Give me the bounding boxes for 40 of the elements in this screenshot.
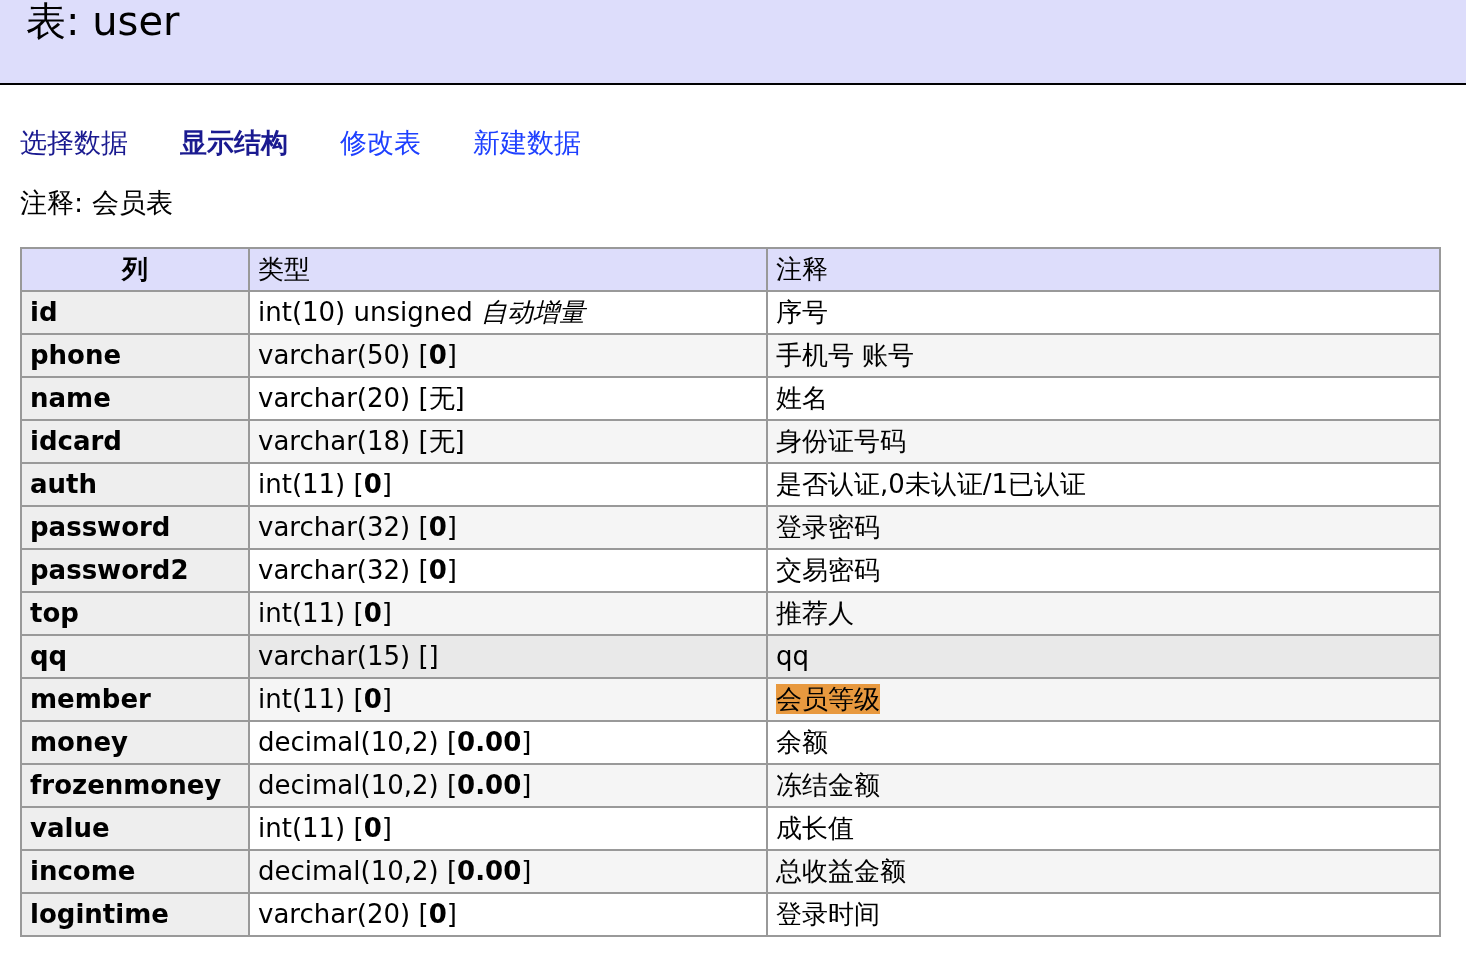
column-name-cell: money [21, 721, 249, 764]
comment-text: 推荐人 [776, 598, 854, 628]
column-name-cell: top [21, 592, 249, 635]
comment-text: qq [776, 641, 809, 671]
comment-text: 交易密码 [776, 555, 880, 585]
column-header: 列 [21, 248, 249, 291]
comment-text: 会员等级 [776, 684, 880, 714]
column-name-cell: password2 [21, 549, 249, 592]
comment-text: 是否认证,0未认证/1已认证 [776, 469, 1087, 499]
column-header: 类型 [249, 248, 767, 291]
column-name-cell: income [21, 850, 249, 893]
comment-text: 序号 [776, 297, 828, 327]
column-name-cell: password [21, 506, 249, 549]
comment-text: 余额 [776, 727, 828, 757]
column-header: 注释 [767, 248, 1440, 291]
page-title: 表: user [26, 0, 181, 44]
comment-text: 姓名 [776, 383, 828, 413]
comment-text: 手机号 账号 [776, 340, 915, 370]
comment-text: 身份证号码 [776, 426, 906, 456]
comment-text: 成长值 [776, 813, 854, 843]
comment-text: 总收益金额 [776, 856, 906, 886]
nav-link[interactable]: 新建数据 [473, 123, 581, 163]
comment-text: 登录密码 [776, 512, 880, 542]
column-name-cell: value [21, 807, 249, 850]
column-name-cell: idcard [21, 420, 249, 463]
nav-link[interactable]: 修改表 [340, 123, 421, 163]
column-name-cell: qq [21, 635, 249, 678]
column-name-cell: phone [21, 334, 249, 377]
column-name-cell: id [21, 291, 249, 334]
comment-text: 冻结金额 [776, 770, 880, 800]
column-name-cell: auth [21, 463, 249, 506]
column-name-cell: logintime [21, 893, 249, 936]
table-comment: 注释: 会员表 [19, 186, 174, 220]
nav-link[interactable]: 选择数据 [20, 123, 128, 163]
column-name-cell: name [21, 377, 249, 420]
column-name-cell: frozenmoney [21, 764, 249, 807]
column-name-cell: member [21, 678, 249, 721]
comment-text: 登录时间 [776, 899, 880, 929]
nav-link[interactable]: 显示结构 [180, 123, 288, 163]
type-cell: varchar(20) [0] [249, 893, 767, 936]
